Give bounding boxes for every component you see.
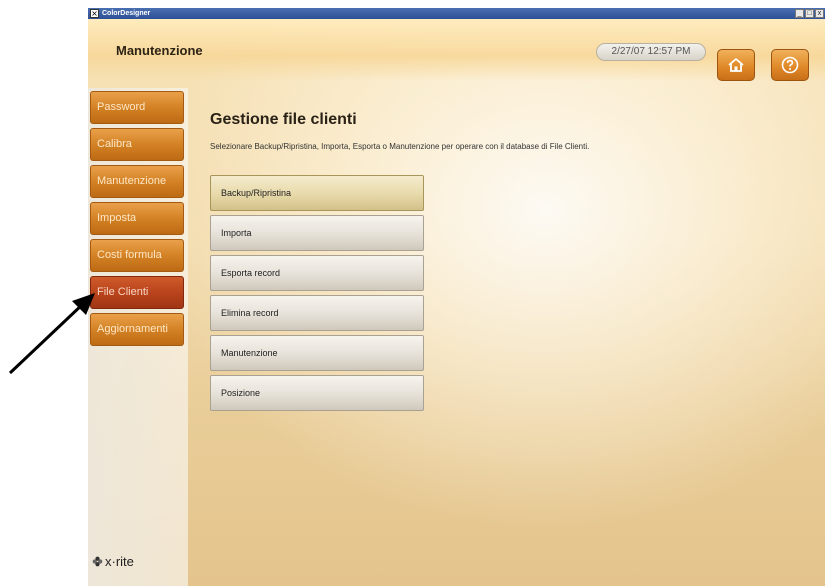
home-icon	[728, 58, 744, 72]
page-title: Manutenzione	[116, 43, 203, 58]
pointer-arrow-icon	[8, 293, 95, 375]
close-button[interactable]: x	[815, 9, 824, 18]
title-bar[interactable]: × ColorDesigner _ □ x	[88, 8, 825, 19]
help-button[interactable]	[771, 49, 809, 81]
xrite-logo-icon	[92, 556, 103, 567]
content-heading: Gestione file clienti	[210, 111, 357, 128]
backup-restore-button[interactable]: Backup/Ripristina	[210, 175, 424, 211]
export-records-button[interactable]: Esporta record	[210, 255, 424, 291]
application-window: × ColorDesigner _ □ x Manutenzione 2/27/…	[88, 8, 825, 586]
location-button[interactable]: Posizione	[210, 375, 424, 411]
import-button[interactable]: Importa	[210, 215, 424, 251]
delete-records-button[interactable]: Elimina record	[210, 295, 424, 331]
brand-name: x·rite	[105, 554, 134, 569]
maximize-button[interactable]: □	[805, 9, 814, 18]
header-bar: Manutenzione 2/27/07 12:57 PM	[88, 19, 825, 81]
brand-logo: x·rite	[92, 554, 134, 569]
datetime-display: 2/27/07 12:57 PM	[596, 43, 706, 61]
home-button[interactable]	[717, 49, 755, 81]
minimize-button[interactable]: _	[795, 9, 804, 18]
help-icon	[781, 56, 799, 74]
maintenance-button[interactable]: Manutenzione	[210, 335, 424, 371]
content-description: Selezionare Backup/Ripristina, Importa, …	[210, 142, 590, 151]
